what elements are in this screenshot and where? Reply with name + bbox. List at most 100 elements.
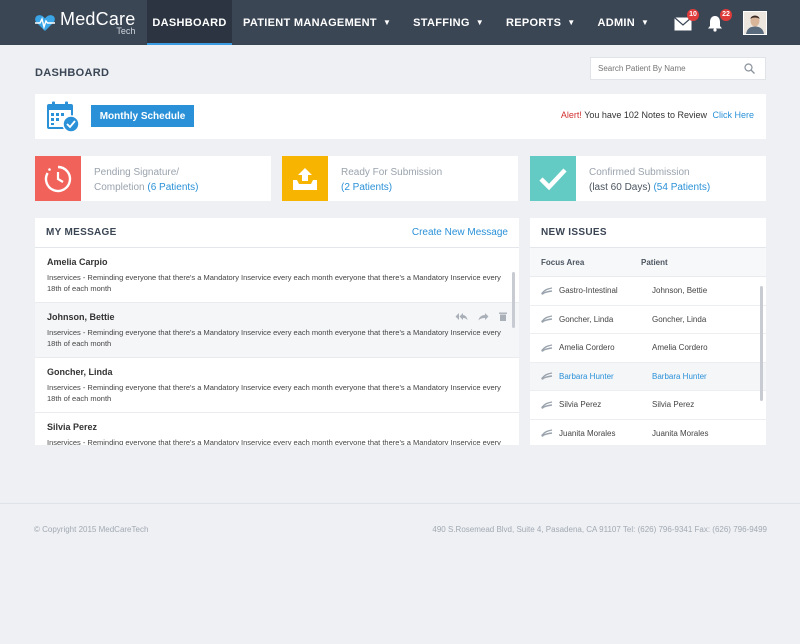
page-title: DASHBOARD [35, 67, 110, 79]
trash-icon[interactable] [499, 312, 507, 321]
stethoscope-icon [541, 287, 553, 295]
card-icon-box [530, 156, 576, 201]
issues-panel: NEW ISSUES Focus Area Patient Gastro-Int… [530, 218, 766, 445]
issue-focus: Barbara Hunter [530, 372, 652, 381]
issue-patient: Johnson, Bettie [652, 286, 708, 296]
search-icon[interactable] [744, 63, 755, 74]
schedule-panel: Monthly Schedule Alert! You have 102 Not… [35, 94, 766, 139]
monthly-schedule-button[interactable]: Monthly Schedule [91, 105, 194, 127]
message-sender: Silvia Perez [47, 422, 98, 432]
card-icon-box [282, 156, 328, 201]
alert-label: Alert! [560, 110, 582, 120]
issue-focus: Goncher, Linda [530, 315, 652, 324]
column-patient: Patient [641, 257, 668, 267]
nav-dashboard[interactable]: DASHBOARD [147, 0, 232, 45]
card-count-link[interactable]: (2 Patients) [341, 182, 392, 193]
issue-focus-label: Goncher, Linda [559, 314, 614, 324]
message-item[interactable]: Goncher, Linda Inservices - Reminding ev… [35, 358, 519, 413]
card-count-link[interactable]: (6 Patients) [147, 182, 198, 193]
issue-row[interactable]: Juanita Morales Juanita Morales [530, 420, 766, 446]
issue-row[interactable]: Barbara Hunter Barbara Hunter [530, 362, 766, 391]
pending-signature-card[interactable]: Pending Signature/ Completion (6 Patient… [35, 156, 271, 201]
search-box[interactable] [590, 57, 766, 80]
message-body: Inservices - Reminding everyone that the… [47, 328, 501, 348]
notes-alert: Alert! You have 102 Notes to Review Clic… [561, 110, 754, 120]
issue-row[interactable]: Gastro-Intestinal Johnson, Bettie [530, 277, 766, 306]
contact-address: 490 S.Rosemead Blvd, Suite 4, Pasadena, … [432, 525, 767, 534]
copyright-text: © Copyright 2015 MedCareTech [34, 525, 149, 534]
nav-label: PATIENT MANAGEMENT [243, 16, 377, 29]
brand-logo[interactable]: MedCare Tech [0, 0, 147, 45]
messages-scrollbar[interactable] [512, 272, 515, 328]
issue-patient: Juanita Morales [652, 428, 709, 438]
search-input[interactable] [598, 64, 738, 73]
card-subtitle: Completion [94, 182, 148, 193]
issue-focus-label: Gastro-Intestinal [559, 286, 618, 296]
confirmed-submission-card[interactable]: Confirmed Submission (last 60 Days) (54 … [530, 156, 766, 201]
chevron-down-icon: ▼ [382, 18, 392, 27]
issues-header: NEW ISSUES [530, 218, 766, 248]
stethoscope-icon [541, 315, 553, 323]
reply-all-icon[interactable] [455, 312, 468, 321]
notifications-button[interactable]: 22 [707, 8, 732, 32]
issue-focus-label: Amelia Cordero [559, 343, 615, 353]
upload-tray-icon [293, 167, 317, 190]
mail-count-badge: 10 [687, 8, 699, 21]
issue-focus: Silvia Perez [530, 400, 652, 409]
issue-row[interactable]: Goncher, Linda Goncher, Linda [530, 306, 766, 334]
issue-focus-label: Juanita Morales [559, 428, 616, 438]
notification-count-badge: 22 [720, 8, 732, 21]
card-subtitle: (last 60 Days) [589, 182, 654, 193]
nav-label: REPORTS [505, 16, 562, 29]
calendar-check-icon [47, 101, 80, 133]
issue-row[interactable]: Silvia Perez Silvia Perez [530, 391, 766, 420]
card-title: Pending Signature/ [94, 167, 180, 178]
stethoscope-icon [541, 372, 553, 380]
issue-patient: Goncher, Linda [652, 314, 707, 324]
message-actions [455, 312, 507, 321]
nav-label: STAFFING [413, 16, 470, 29]
issue-row[interactable]: Amelia Cordero Amelia Cordero [530, 334, 766, 363]
review-notes-link[interactable]: Click Here [712, 110, 754, 120]
issue-focus-label: Silvia Perez [559, 400, 602, 410]
issue-patient: Amelia Cordero [652, 343, 708, 353]
messages-title: MY MESSAGE [46, 227, 117, 238]
message-sender: Amelia Carpio [47, 257, 108, 267]
mail-button[interactable]: 10 [674, 8, 699, 31]
checkmark-icon [539, 167, 567, 190]
column-focus-area: Focus Area [541, 257, 585, 267]
message-item[interactable]: Amelia Carpio Inservices - Reminding eve… [35, 248, 519, 303]
message-sender: Goncher, Linda [47, 367, 113, 377]
nav-patient-management[interactable]: PATIENT MANAGEMENT ▼ [232, 0, 402, 45]
message-body: Inservices - Reminding everyone that the… [47, 273, 501, 293]
ready-for-submission-card[interactable]: Ready For Submission (2 Patients) [282, 156, 518, 201]
chevron-down-icon: ▼ [475, 18, 484, 27]
messages-header: MY MESSAGE Create New Message [35, 218, 519, 248]
message-sender: Johnson, Bettie [47, 312, 115, 322]
top-navbar: MedCare Tech DASHBOARD PATIENT MANAGEMEN… [0, 0, 800, 45]
nav-staffing[interactable]: STAFFING ▼ [402, 0, 495, 45]
stethoscope-icon [541, 401, 553, 409]
alert-message: You have 102 Notes to Review [584, 110, 707, 120]
create-message-link[interactable]: Create New Message [412, 227, 508, 238]
stethoscope-icon [541, 344, 553, 352]
clock-icon [44, 165, 72, 192]
message-item[interactable]: Johnson, Bettie Inservices - Reminding e… [35, 303, 519, 358]
card-title: Ready For Submission [341, 167, 443, 178]
forward-icon[interactable] [478, 312, 489, 321]
footer: © Copyright 2015 MedCareTech 490 S.Rosem… [0, 503, 800, 644]
issue-focus-label: Barbara Hunter [559, 371, 614, 381]
nav-reports[interactable]: REPORTS ▼ [495, 0, 587, 45]
user-avatar[interactable] [743, 10, 767, 35]
issues-scrollbar[interactable] [760, 286, 763, 401]
chevron-down-icon: ▼ [641, 18, 650, 27]
nav-admin[interactable]: ADMIN ▼ [586, 0, 660, 45]
issues-title: NEW ISSUES [541, 227, 607, 238]
issue-focus: Juanita Morales [530, 429, 652, 438]
message-body: Inservices - Reminding everyone that the… [47, 438, 501, 445]
message-item[interactable]: Silvia Perez Inservices - Reminding ever… [35, 413, 519, 445]
card-icon-box [35, 156, 81, 201]
heartbeat-logo-icon [35, 14, 55, 31]
brand-name: MedCare [60, 8, 136, 29]
card-count-link[interactable]: (54 Patients) [653, 182, 710, 193]
